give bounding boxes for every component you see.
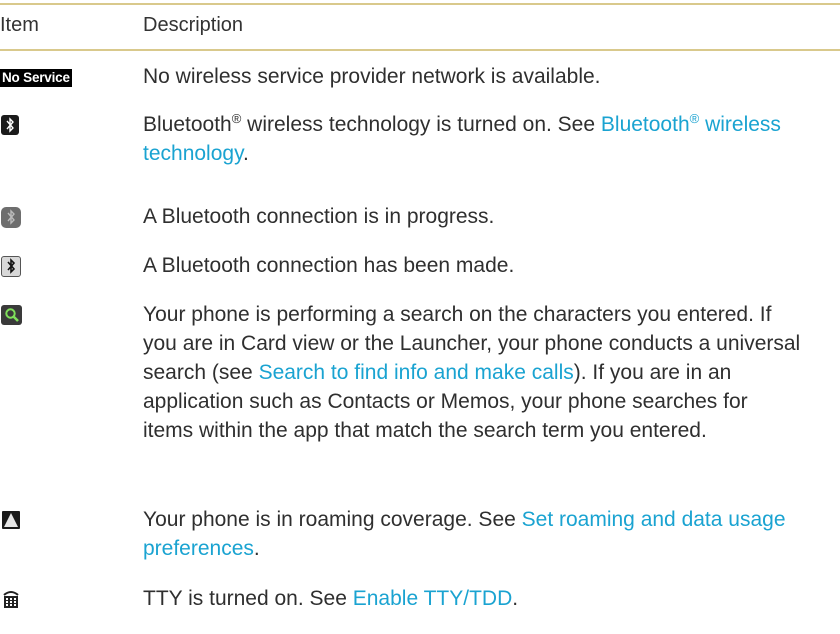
tty-link[interactable]: Enable TTY/TDD <box>353 587 513 610</box>
no-service-icon: No Service <box>0 69 72 87</box>
row-description: Your phone is in roaming coverage. See S… <box>143 508 786 560</box>
bluetooth-connected-icon <box>0 251 21 281</box>
header-bottom-rule <box>0 49 840 51</box>
search-link[interactable]: Search to find info and make calls <box>259 361 574 384</box>
row-description: Bluetooth® wireless technology is turned… <box>143 111 781 165</box>
roaming-icon <box>0 505 20 535</box>
tty-icon <box>0 584 20 614</box>
header-description: Description <box>143 14 244 36</box>
search-icon <box>0 300 22 330</box>
bluetooth-on-icon <box>0 110 19 140</box>
row-description: A Bluetooth connection has been made. <box>143 254 515 277</box>
header-item: Item <box>0 14 39 36</box>
row-description: A Bluetooth connection is in progress. <box>143 205 495 228</box>
table-top-rule <box>0 3 840 5</box>
row-description: TTY is turned on. See Enable TTY/TDD. <box>143 587 519 610</box>
row-description: Your phone is performing a search on the… <box>143 303 801 442</box>
row-description: No wireless service provider network is … <box>143 65 601 88</box>
bluetooth-connecting-icon <box>0 202 21 232</box>
